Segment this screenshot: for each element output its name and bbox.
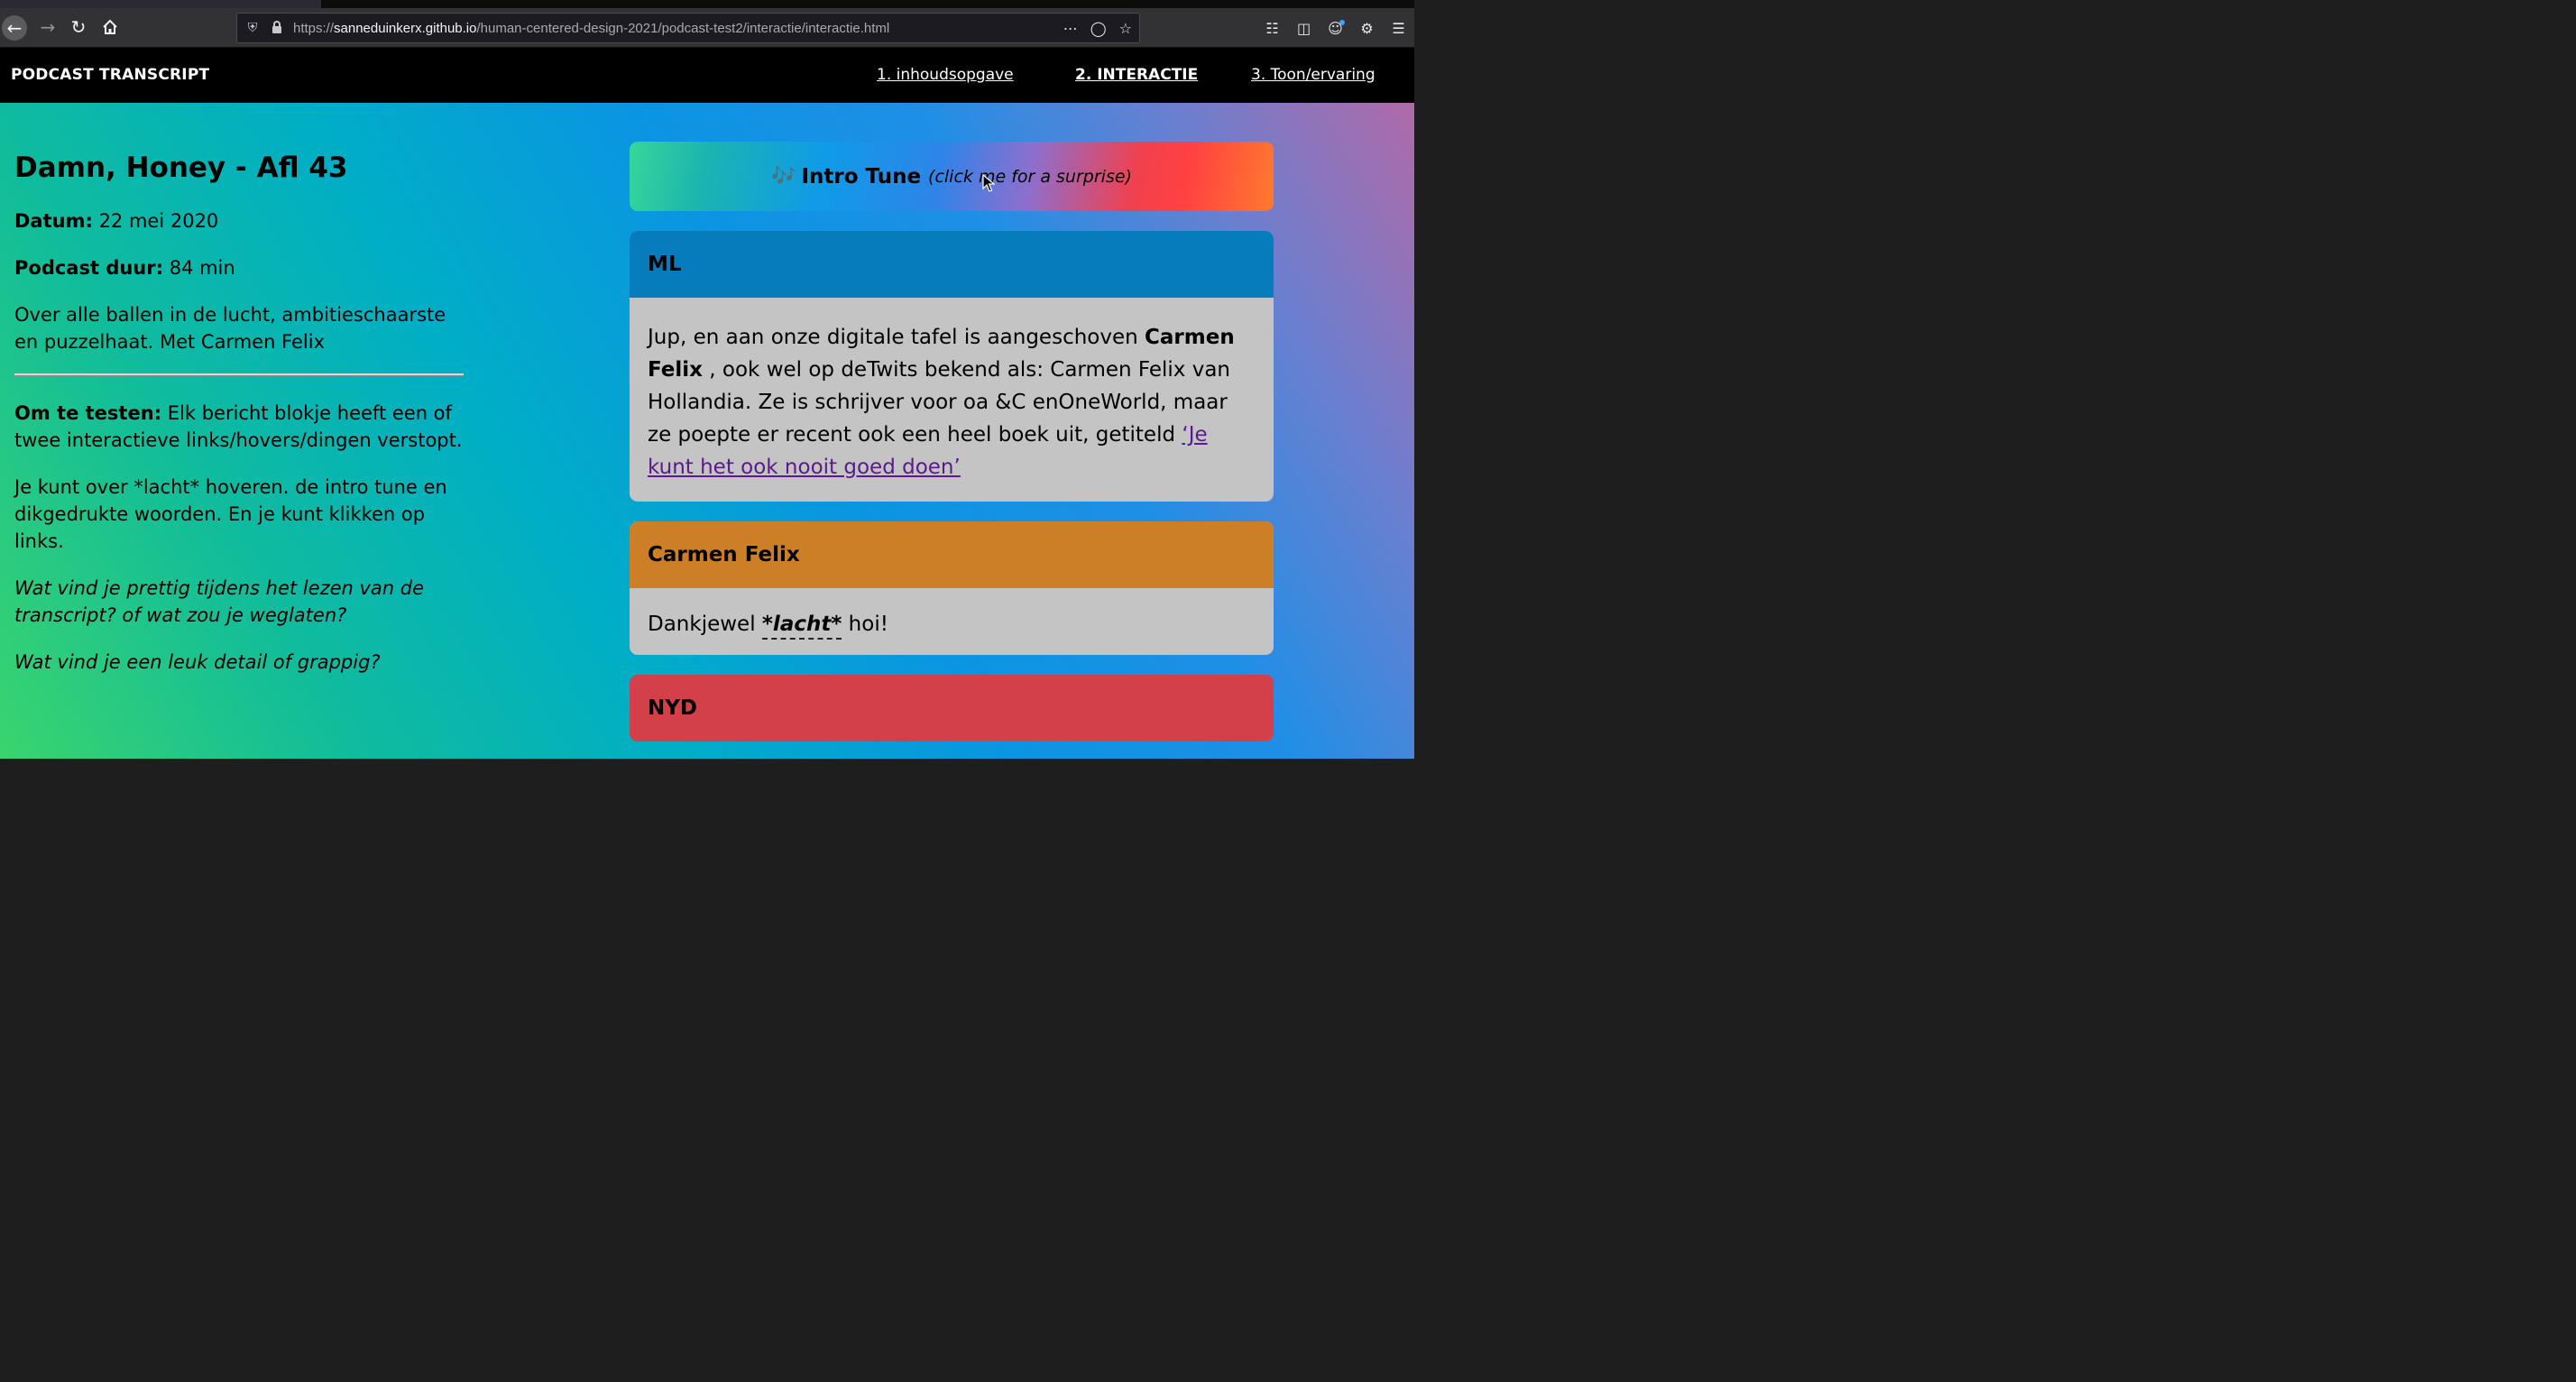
message-text-part: , ook wel op deTwits bekend als: Carmen … <box>648 358 1231 447</box>
active-tab[interactable] <box>0 0 321 8</box>
divider <box>14 373 464 376</box>
episode-duration: Podcast duur: 84 min <box>14 254 465 281</box>
menu-icon[interactable]: ☰ <box>1383 14 1414 41</box>
more-actions-icon[interactable]: ⋯ <box>1063 20 1078 37</box>
site-navbar: PODCAST TRANSCRIPT 1. inhoudsopgave 2. I… <box>0 48 1414 103</box>
nav-link-interactie[interactable]: 2. INTERACTIE <box>1075 66 1198 84</box>
date-label: Datum: <box>14 210 93 232</box>
reload-button[interactable]: ↻ <box>65 14 92 41</box>
message-speaker: Carmen Felix <box>630 521 1274 588</box>
back-button[interactable]: ← <box>2 15 27 41</box>
message-text-part: Dankjewel <box>648 613 762 636</box>
laugh-hover[interactable]: *lacht* <box>761 613 842 640</box>
bookmark-star-icon[interactable]: ☆ <box>1119 20 1132 37</box>
arrow-left-icon: ← <box>6 17 23 39</box>
music-notes-icon: 🎶 <box>771 165 796 188</box>
message-speaker: ML <box>630 231 1274 298</box>
episode-info: Damn, Honey - Afl 43 Datum: 22 mei 2020 … <box>14 152 465 696</box>
url-text[interactable]: https://sanneduinkerx.github.io/human-ce… <box>293 21 889 36</box>
message-carmen-felix: Carmen Felix Dankjewel *lacht* hoi! <box>630 521 1274 655</box>
test-instructions: Om te testen: Elk bericht blokje heeft e… <box>14 400 465 454</box>
lock-icon[interactable] <box>271 20 284 36</box>
nav-link-inhoudsopgave[interactable]: 1. inhoudsopgave <box>877 66 1014 84</box>
test-label: Om te testen: <box>14 402 162 424</box>
question-2: Wat vind je een leuk detail of grappig? <box>14 651 381 673</box>
date-value: 22 mei 2020 <box>98 210 219 232</box>
browser-toolbar: ← → ↻ ⛨ https://sanneduinkerx.github.io/… <box>0 8 1414 48</box>
message-text-part: hoi! <box>842 613 888 636</box>
home-button[interactable] <box>97 14 124 41</box>
message-text-part: Jup, en aan onze digitale tafel is aange… <box>648 326 1145 349</box>
reload-icon: ↻ <box>70 16 87 38</box>
forward-button[interactable]: → <box>34 14 61 41</box>
intro-tune-title: Intro Tune <box>801 164 922 189</box>
url-path: /human-centered-design-2021/podcast-test… <box>476 20 890 36</box>
sidebar-icon[interactable]: ◫ <box>1288 14 1320 41</box>
intro-tune-button[interactable]: 🎶 Intro Tune (click me for a surprise) <box>630 142 1274 211</box>
url-scheme: https:// <box>293 20 335 36</box>
home-icon <box>103 19 117 34</box>
notification-dot <box>1339 20 1345 25</box>
tab-bar <box>0 0 1414 8</box>
hover-instructions: Je kunt over *lacht* hoveren. de intro t… <box>14 476 447 552</box>
intro-tune-hint: (click me for a surprise) <box>928 166 1132 187</box>
shield-icon[interactable]: ⛨ <box>244 21 261 35</box>
episode-description: Over alle ballen in de lucht, ambitiesch… <box>14 304 446 353</box>
address-bar[interactable]: ⛨ https://sanneduinkerx.github.io/human-… <box>236 13 1140 43</box>
arrow-right-icon: → <box>40 16 56 38</box>
episode-date: Datum: 22 mei 2020 <box>14 207 465 235</box>
url-host: sanneduinkerx.github.io <box>334 20 477 36</box>
nav-link-toon-ervaring[interactable]: 3. Toon/ervaring <box>1251 66 1375 84</box>
message-speaker: NYD <box>630 675 1274 742</box>
message-ml: ML Jup, en aan onze digitale tafel is aa… <box>630 231 1274 502</box>
transcript-column: 🎶 Intro Tune (click me for a surprise) M… <box>630 142 1274 742</box>
account-icon[interactable]: ☺ <box>1320 14 1351 41</box>
message-nyd: NYD <box>630 675 1274 742</box>
page-body: Damn, Honey - Afl 43 Datum: 22 mei 2020 … <box>0 103 1414 759</box>
library-icon[interactable]: ☷ <box>1256 14 1288 41</box>
message-text: Dankjewel *lacht* hoi! <box>630 588 1274 655</box>
episode-title: Damn, Honey - Afl 43 <box>14 152 348 184</box>
site-brand: PODCAST TRANSCRIPT <box>11 66 210 84</box>
duration-value: 84 min <box>169 257 235 279</box>
extension-gear-icon[interactable]: ⚙ <box>1351 14 1383 41</box>
pocket-icon[interactable]: ◯ <box>1090 20 1107 37</box>
message-text: Jup, en aan onze digitale tafel is aange… <box>630 298 1274 502</box>
question-1: Wat vind je prettig tijdens het lezen va… <box>14 577 425 626</box>
duration-label: Podcast duur: <box>14 257 164 279</box>
